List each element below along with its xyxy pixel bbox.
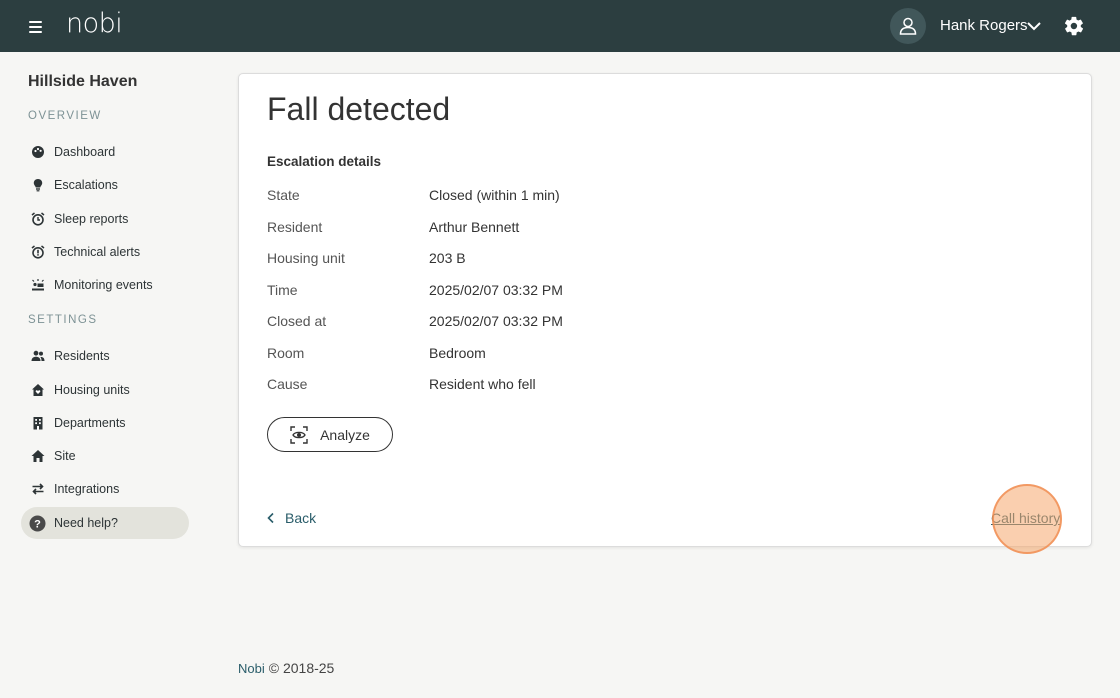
back-link[interactable]: Back	[265, 510, 316, 526]
sidebar-item-escalations[interactable]: Escalations	[21, 169, 189, 201]
alarm-alert-icon	[31, 245, 45, 259]
detail-value-housing-unit: 203 B	[429, 250, 466, 266]
lightbulb-icon	[31, 178, 45, 192]
footer-brand[interactable]: Nobi	[238, 661, 265, 676]
sidebar-item-monitoring-events[interactable]: Monitoring events	[21, 269, 189, 301]
monitoring-icon	[31, 278, 45, 292]
sidebar-item-label: Site	[54, 449, 76, 463]
sidebar-item-residents[interactable]: Residents	[21, 340, 189, 372]
detail-label-cause: Cause	[267, 376, 308, 392]
chevron-left-icon	[265, 512, 277, 524]
detail-label-resident: Resident	[267, 219, 323, 235]
analyze-button[interactable]: Analyze	[267, 417, 393, 452]
sidebar-item-label: Technical alerts	[54, 245, 141, 259]
sidebar-item-label: Housing units	[54, 383, 130, 397]
alarm-clock-icon	[31, 212, 45, 226]
sidebar-item-housing-units[interactable]: Housing units	[21, 374, 189, 406]
detail-value-state: Closed (within 1 min)	[429, 187, 560, 203]
sidebar-item-site[interactable]: Site	[21, 440, 189, 472]
svg-text:?: ?	[34, 518, 41, 530]
section-title-settings: SETTINGS	[28, 314, 98, 326]
sidebar-item-sleep-reports[interactable]: Sleep reports	[21, 203, 189, 235]
call-history-link[interactable]: Call history	[991, 510, 1060, 526]
detail-label-state: State	[267, 187, 300, 203]
detail-label-room: Room	[267, 345, 305, 361]
detail-label-housing-unit: Housing unit	[267, 250, 345, 266]
escalation-card: Fall detected Escalation details State C…	[238, 73, 1092, 554]
logo[interactable]: nobi	[66, 8, 123, 39]
eye-scan-icon	[290, 425, 308, 444]
user-name[interactable]: Hank Rogers	[940, 17, 1028, 34]
palette-icon	[31, 145, 45, 159]
detail-value-cause: Resident who fell	[429, 376, 536, 392]
sidebar-item-need-help[interactable]: ? Need help?	[21, 507, 189, 539]
detail-value-resident: Arthur Bennett	[429, 219, 520, 235]
sidebar-item-label: Residents	[54, 349, 110, 363]
sidebar-item-label: Integrations	[54, 482, 120, 496]
sidebar-item-integrations[interactable]: Integrations	[21, 473, 189, 505]
detail-value-room: Bedroom	[429, 345, 486, 361]
sidebar-item-dashboard[interactable]: Dashboard	[21, 136, 189, 168]
detail-value-time: 2025/02/07 03:32 PM	[429, 282, 563, 298]
sidebar-item-label: Escalations	[54, 178, 118, 192]
section-title-overview: OVERVIEW	[28, 110, 102, 122]
site-name: Hillside Haven	[28, 73, 138, 90]
sidebar-item-label: Departments	[54, 416, 126, 430]
footer-copyright: © 2018-25	[268, 660, 335, 676]
help-icon: ?	[29, 515, 46, 532]
back-label: Back	[285, 510, 317, 526]
sidebar-item-label: Need help?	[54, 516, 118, 530]
detail-label-time: Time	[267, 282, 298, 298]
sidebar-item-label: Sleep reports	[54, 212, 129, 226]
detail-value-closed-at: 2025/02/07 03:32 PM	[429, 313, 563, 329]
sidebar-item-label: Monitoring events	[54, 278, 153, 292]
building-icon	[31, 416, 45, 430]
house-heart-icon	[31, 383, 45, 397]
section-subtitle: Escalation details	[267, 154, 382, 169]
gear-icon[interactable]	[1063, 15, 1085, 37]
chevron-down-icon[interactable]	[1026, 18, 1042, 34]
sidebar-item-departments[interactable]: Departments	[21, 407, 189, 439]
sidebar: Hillside Haven OVERVIEW Dashboard Escala…	[0, 52, 210, 698]
top-bar: nobi Hank Rogers	[0, 0, 1120, 52]
footer: Nobi © 2018-25	[238, 660, 334, 676]
detail-label-closed-at: Closed at	[267, 313, 327, 329]
home-icon	[31, 449, 45, 463]
analyze-label: Analyze	[320, 426, 370, 443]
page-title: Fall detected	[267, 91, 451, 127]
people-icon	[31, 349, 45, 363]
hamburger-icon[interactable]	[26, 18, 48, 36]
sidebar-item-technical-alerts[interactable]: Technical alerts	[21, 236, 189, 268]
sidebar-item-label: Dashboard	[54, 145, 116, 159]
swap-arrows-icon	[31, 482, 45, 496]
user-icon[interactable]	[890, 8, 926, 44]
